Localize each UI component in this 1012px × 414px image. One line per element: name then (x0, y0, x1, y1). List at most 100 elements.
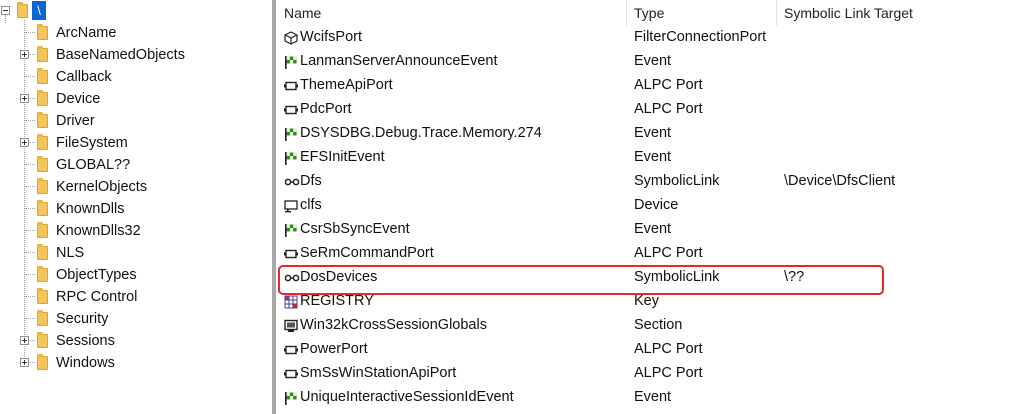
row-type: ALPC Port (634, 341, 703, 357)
expand-toggle[interactable] (20, 336, 29, 345)
folder-icon (37, 68, 48, 84)
table-row[interactable]: PowerPort ALPC Port (276, 338, 1012, 362)
column-header-name[interactable]: Name (276, 0, 624, 26)
row-name: WcifsPort (300, 29, 363, 45)
flag-icon (284, 151, 298, 165)
tree-item[interactable]: Sessions (0, 330, 270, 352)
row-type: ALPC Port (634, 365, 703, 381)
table-row[interactable]: EFSInitEvent Event (276, 146, 1012, 170)
row-type: Section (634, 317, 683, 333)
object-tree-pane[interactable]: \ ArcName BaseNamedObjects Callback Device D… (0, 0, 272, 414)
tree-item[interactable]: KnownDlls (0, 198, 270, 220)
table-row[interactable]: Win32kCrossSessionGlobals Section (276, 314, 1012, 338)
device-icon (284, 199, 298, 213)
row-type: Event (634, 389, 672, 405)
tree-item[interactable]: BaseNamedObjects (0, 44, 270, 66)
tree-item-label: ObjectTypes (56, 267, 137, 283)
tree-item[interactable]: Callback (0, 66, 270, 88)
table-row[interactable]: LanmanServerAnnounceEvent Event (276, 50, 1012, 74)
folder-icon (37, 244, 48, 260)
tree-item[interactable]: RPC Control (0, 286, 270, 308)
table-row[interactable]: SeRmCommandPort ALPC Port (276, 242, 1012, 266)
tree-item[interactable]: GLOBAL?? (0, 154, 270, 176)
port-icon (284, 79, 298, 93)
collapse-toggle[interactable] (1, 6, 10, 15)
folder-icon (37, 46, 48, 62)
section-icon (284, 319, 298, 333)
folder-icon (37, 90, 48, 106)
cube-icon (284, 31, 298, 45)
tree-item[interactable]: ObjectTypes (0, 264, 270, 286)
row-name: LanmanServerAnnounceEvent (300, 53, 498, 69)
row-name: Win32kCrossSessionGlobals (300, 317, 487, 333)
expand-toggle[interactable] (20, 94, 29, 103)
row-symbolic-link-target: \Device\DfsClient (784, 173, 896, 189)
column-header-symbolic-link-target[interactable]: Symbolic Link Target (776, 0, 1004, 26)
port-icon (284, 367, 298, 381)
tree-item[interactable]: FileSystem (0, 132, 270, 154)
tree-guide-line (25, 252, 35, 253)
object-list-pane[interactable]: Name Type Symbolic Link Target WcifsPort… (276, 0, 1012, 414)
tree-root-label[interactable]: \ (32, 1, 46, 20)
expand-toggle[interactable] (20, 138, 29, 147)
tree-guide-line (25, 230, 35, 231)
row-name: PdcPort (300, 101, 352, 117)
row-type: Event (634, 149, 672, 165)
row-type: Event (634, 221, 672, 237)
highlight-annotation-box (278, 265, 884, 295)
row-name: SeRmCommandPort (300, 245, 434, 261)
table-row[interactable]: UniqueInteractiveSessionIdEvent Event (276, 386, 1012, 410)
folder-icon (37, 24, 48, 40)
table-row[interactable]: CsrSbSyncEvent Event (276, 218, 1012, 242)
folder-icon (37, 112, 48, 128)
row-name: REGISTRY (300, 293, 374, 309)
port-icon (284, 247, 298, 261)
expand-toggle[interactable] (20, 50, 29, 59)
tree-item-label: ArcName (56, 25, 117, 41)
table-row[interactable]: clfs Device (276, 194, 1012, 218)
link-icon (284, 175, 300, 189)
row-type: Event (634, 125, 672, 141)
tree-item-label: GLOBAL?? (56, 157, 131, 173)
table-row[interactable]: ThemeApiPort ALPC Port (276, 74, 1012, 98)
row-name: PowerPort (300, 341, 368, 357)
row-name: SmSsWinStationApiPort (300, 365, 457, 381)
tree-item-label: RPC Control (56, 289, 138, 305)
row-name: ThemeApiPort (300, 77, 393, 93)
port-icon (284, 103, 298, 117)
row-name: Dfs (300, 173, 322, 189)
folder-icon (17, 2, 28, 18)
tree-item[interactable]: KernelObjects (0, 176, 270, 198)
tree-item[interactable]: Device (0, 88, 270, 110)
tree-item[interactable]: KnownDlls32 (0, 220, 270, 242)
folder-icon (37, 222, 48, 238)
row-type: SymbolicLink (634, 173, 720, 189)
row-name: EFSInitEvent (300, 149, 385, 165)
tree-item[interactable]: ArcName (0, 22, 270, 44)
tree-item[interactable]: Windows (0, 352, 270, 374)
row-name: DSYSDBG.Debug.Trace.Memory.274 (300, 125, 542, 141)
folder-icon (37, 354, 48, 370)
table-row[interactable]: SmSsWinStationApiPort ALPC Port (276, 362, 1012, 386)
table-row[interactable]: WcifsPort FilterConnectionPort (276, 26, 1012, 50)
folder-icon (37, 156, 48, 172)
port-icon (284, 343, 298, 357)
tree-guide-line (25, 164, 35, 165)
tree-item[interactable]: Security (0, 308, 270, 330)
tree-item-label: Driver (56, 113, 95, 129)
row-type: Event (634, 53, 672, 69)
row-name: clfs (300, 197, 322, 213)
row-type: Device (634, 197, 679, 213)
tree-item-label: Windows (56, 355, 115, 371)
expand-toggle[interactable] (20, 358, 29, 367)
table-row[interactable]: DSYSDBG.Debug.Trace.Memory.274 Event (276, 122, 1012, 146)
tree-item[interactable]: Driver (0, 110, 270, 132)
flag-icon (284, 127, 298, 141)
tree-item[interactable]: NLS (0, 242, 270, 264)
table-row[interactable]: Dfs SymbolicLink \Device\DfsClient (276, 170, 1012, 194)
row-type: FilterConnectionPort (634, 29, 767, 45)
tree-item-label: KnownDlls (56, 201, 125, 217)
folder-icon (37, 178, 48, 194)
column-header-type[interactable]: Type (626, 0, 774, 26)
table-row[interactable]: PdcPort ALPC Port (276, 98, 1012, 122)
